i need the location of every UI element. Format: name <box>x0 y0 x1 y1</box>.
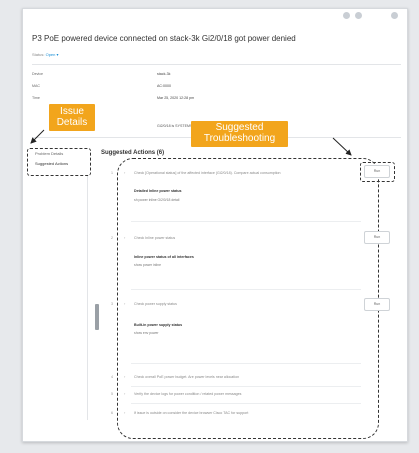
callout-arrows <box>30 129 352 156</box>
arrow-issue-details <box>30 129 45 144</box>
arrow-suggested-troubleshooting <box>332 137 352 156</box>
